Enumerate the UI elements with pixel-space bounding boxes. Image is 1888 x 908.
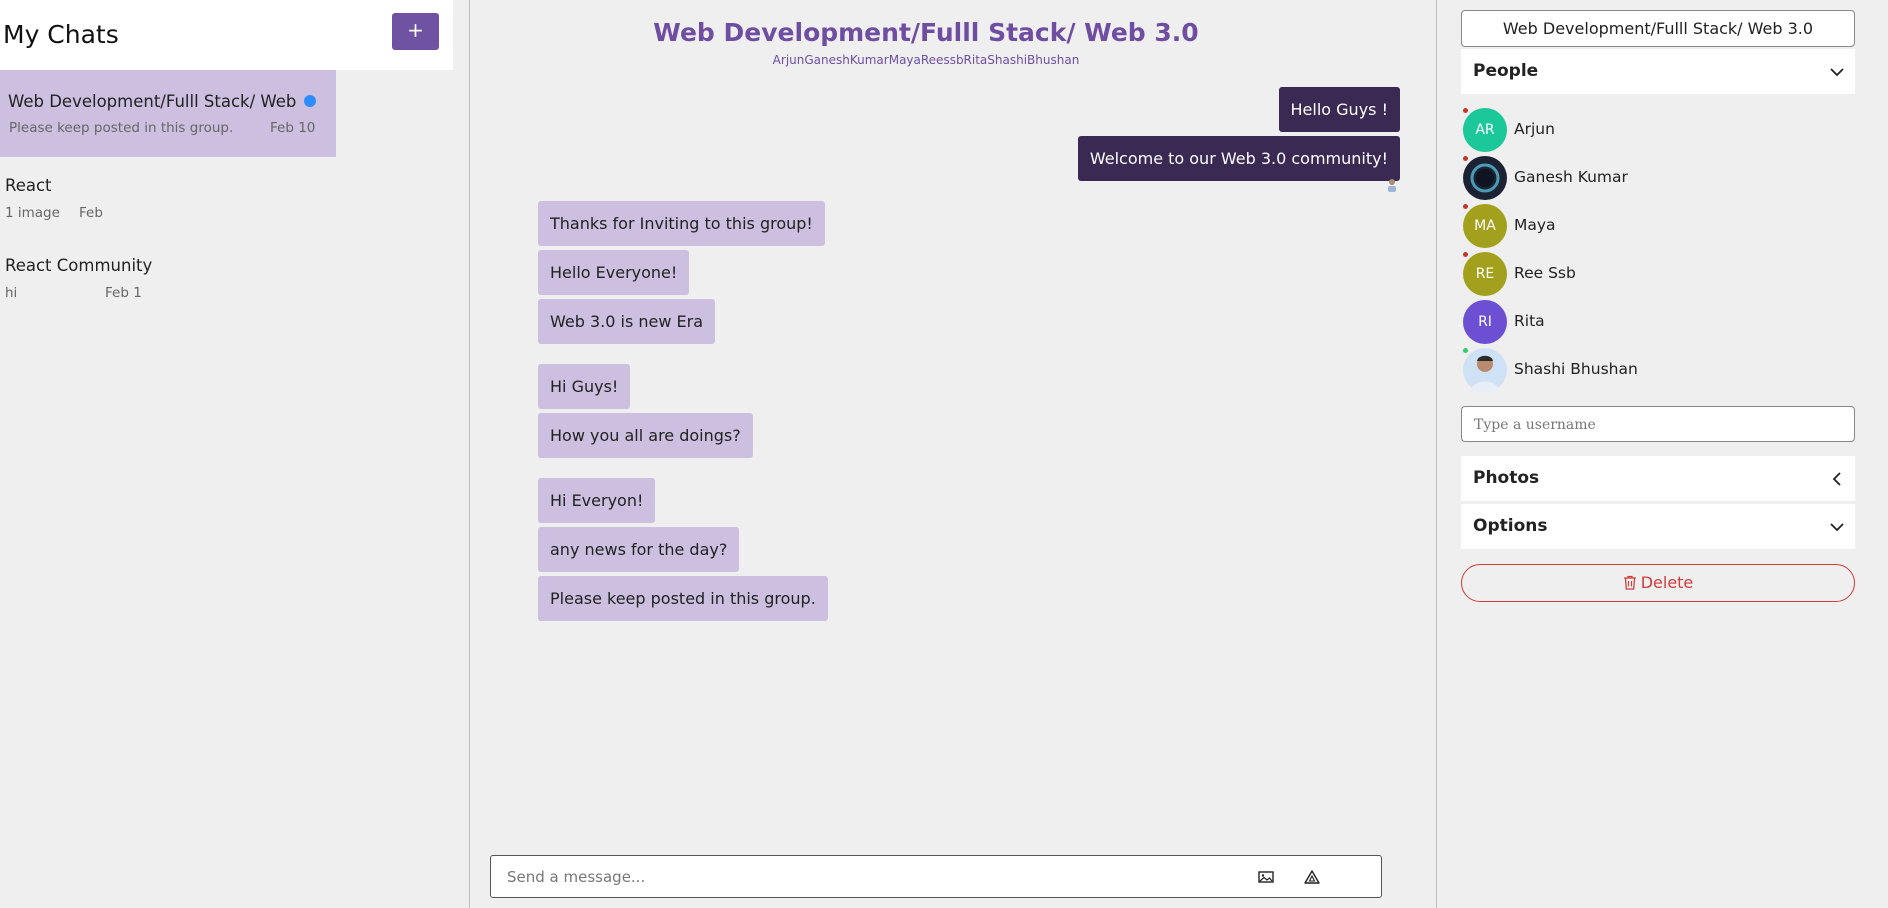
photos-section-label: Photos (1473, 468, 1540, 488)
avatar: MA (1463, 204, 1507, 248)
unread-indicator (304, 95, 316, 107)
message-bubble-outgoing: Hello Guys ! (1278, 87, 1400, 132)
presence-dot (1463, 108, 1468, 113)
message-composer (490, 855, 1382, 898)
message-bubble-incoming: Hi Guys! (538, 364, 631, 409)
chat-list-header: My Chats + (0, 0, 453, 70)
chat-list-item[interactable]: React Community hi Feb 1 (0, 250, 336, 310)
trash-icon (1623, 575, 1636, 590)
chevron-left-icon (1832, 472, 1841, 486)
sender-avatar-icon (1388, 179, 1396, 192)
add-user-field (1461, 406, 1855, 442)
presence-dot (1463, 348, 1468, 353)
person-name: Arjun (1514, 120, 1555, 138)
chat-members: ArjunGaneshKumarMayaReessbRitaShashiBhus… (772, 53, 1080, 67)
group-name-display[interactable]: Web Development/Fulll Stack/ Web 3.0 (1461, 10, 1855, 47)
new-group-chat-button[interactable]: + (392, 13, 439, 50)
chat-title: Web Development/Fulll Stack/ Web 3.0 (653, 18, 1199, 47)
chat-date: Feb 10 (270, 120, 316, 136)
chat-name: Web Development/Fulll Stack/ Web 3.0 (8, 92, 300, 111)
avatar: RE (1463, 252, 1507, 296)
chevron-down-icon (1830, 523, 1844, 532)
chat-name: React Community (5, 256, 153, 275)
people-section-label: People (1473, 61, 1539, 81)
chat-list-sidebar: My Chats + Web Development/Fulll Stack/ … (0, 0, 470, 908)
avatar: AR (1463, 108, 1507, 152)
chat-list-title: My Chats (3, 20, 119, 49)
presence-dot (1463, 252, 1468, 257)
message-bubble-incoming: Web 3.0 is new Era (538, 299, 716, 344)
person-row[interactable]: Shashi Bhushan (1463, 348, 1843, 392)
options-section-label: Options (1473, 516, 1548, 536)
delete-label: Delete (1640, 573, 1694, 592)
avatar (1463, 348, 1507, 392)
chat-preview: 1 image (5, 205, 60, 221)
chat-list-item[interactable]: Web Development/Fulll Stack/ Web 3.0 Ple… (0, 70, 336, 157)
presence-dot (1463, 156, 1468, 161)
person-name: Rita (1514, 312, 1545, 330)
message-bubble-outgoing: Welcome to our Web 3.0 community! (1077, 136, 1400, 181)
image-icon[interactable] (1257, 868, 1275, 886)
options-section-toggle[interactable]: Options (1461, 504, 1855, 549)
avatar (1463, 156, 1507, 200)
person-name: Maya (1514, 216, 1556, 234)
chat-date: Feb 1 (105, 285, 142, 301)
person-row[interactable]: RE Ree Ssb (1463, 252, 1843, 296)
chat-name: React (5, 176, 52, 195)
message-bubble-incoming: Thanks for Inviting to this group! (538, 201, 825, 246)
photos-section-toggle[interactable]: Photos (1461, 456, 1855, 501)
chevron-down-icon (1830, 68, 1844, 77)
people-section-toggle[interactable]: People (1461, 49, 1855, 94)
chat-list-item[interactable]: React 1 image Feb (0, 170, 336, 230)
chat-date: Feb (79, 205, 103, 221)
message-input[interactable] (507, 866, 1227, 888)
profile-photo-icon (1471, 355, 1499, 392)
chat-preview: Please keep posted in this group. (9, 120, 234, 136)
message-bubble-incoming: How you all are doings? (538, 413, 753, 458)
person-row[interactable]: Ganesh Kumar (1463, 156, 1843, 200)
message-bubble-incoming: Hello Everyone! (538, 250, 690, 295)
chat-details-panel: Web Development/Fulll Stack/ Web 3.0 Peo… (1438, 0, 1888, 908)
send-icon[interactable] (1303, 868, 1321, 886)
avatar: RI (1463, 300, 1507, 344)
message-bubble-incoming: Hi Everyon! (538, 478, 656, 523)
chat-app: My Chats + Web Development/Fulll Stack/ … (0, 0, 1888, 908)
presence-dot (1463, 204, 1468, 209)
username-input[interactable] (1474, 415, 1834, 435)
person-name: Ree Ssb (1514, 264, 1576, 282)
person-name: Ganesh Kumar (1514, 168, 1628, 186)
delete-chat-button[interactable]: Delete (1461, 564, 1855, 602)
person-row[interactable]: AR Arjun (1463, 108, 1843, 152)
person-name: Shashi Bhushan (1514, 360, 1638, 378)
message-bubble-incoming: Please keep posted in this group. (538, 576, 828, 621)
message-bubble-incoming: any news for the day? (538, 527, 740, 572)
chat-preview: hi (5, 285, 18, 301)
chat-window: Web Development/Fulll Stack/ Web 3.0 Arj… (471, 0, 1437, 908)
person-row[interactable]: MA Maya (1463, 204, 1843, 248)
profile-photo-icon (1470, 163, 1500, 193)
person-row[interactable]: RI Rita (1463, 300, 1843, 344)
